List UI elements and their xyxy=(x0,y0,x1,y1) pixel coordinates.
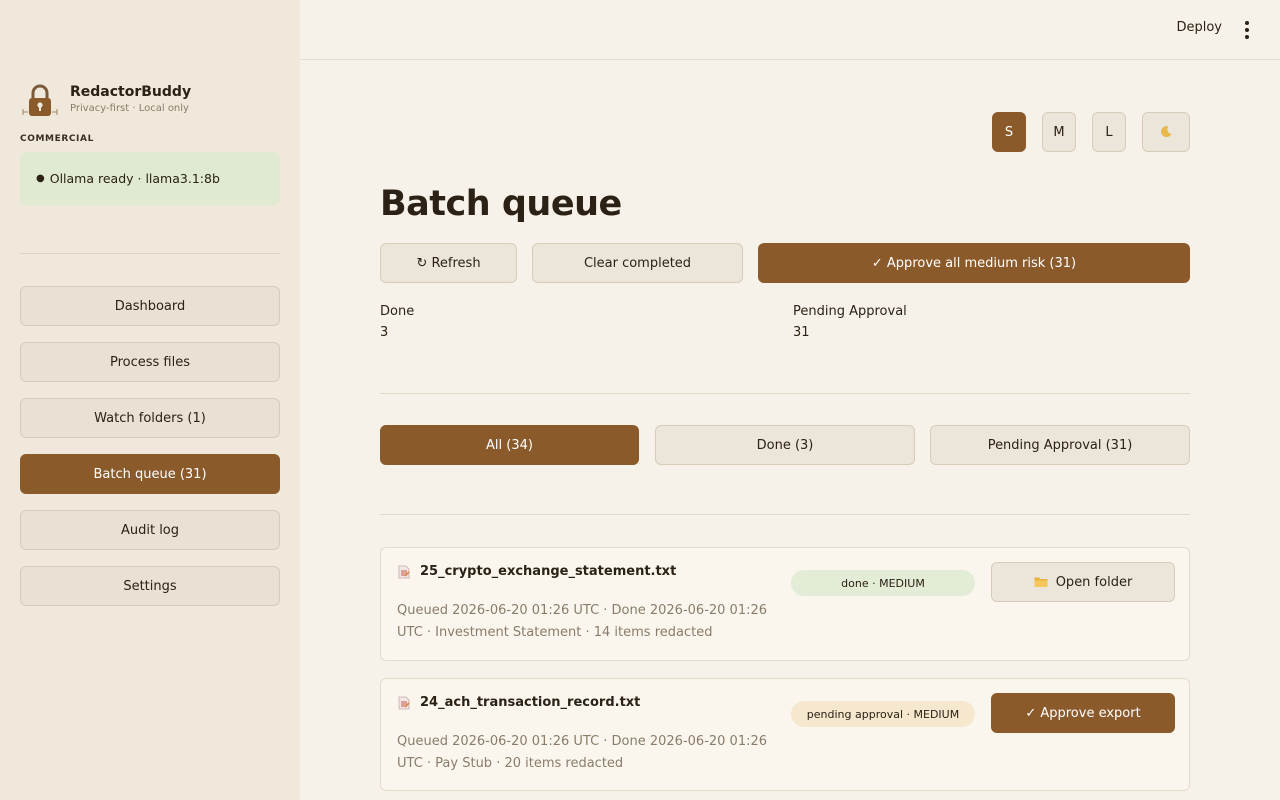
approve-export-button[interactable]: ✓ Approve export xyxy=(991,693,1175,733)
open-folder-button[interactable]: Open folder xyxy=(991,562,1175,602)
job-file: 25_crypto_exchange_statement.txt xyxy=(397,564,676,579)
size-large-button[interactable]: L xyxy=(1092,112,1126,152)
status-badge: pending approval · MEDIUM xyxy=(791,701,975,727)
ollama-status: ● Ollama ready · llama3.1:8b xyxy=(20,152,280,205)
status-badge: done · MEDIUM xyxy=(791,570,975,596)
more-menu-icon[interactable] xyxy=(1240,20,1254,40)
status-dot-icon: ● xyxy=(36,173,45,184)
filter-done-tab[interactable]: Done (3) xyxy=(655,425,915,465)
metric-pending-value: 31 xyxy=(793,325,810,340)
size-medium-button[interactable]: M xyxy=(1042,112,1076,152)
nav-batch-queue[interactable]: Batch queue (31) xyxy=(20,454,280,494)
filter-pending-tab[interactable]: Pending Approval (31) xyxy=(930,425,1190,465)
job-card: 24_ach_transaction_record.txt Queued 202… xyxy=(380,678,1190,791)
metric-done-label: Done xyxy=(380,304,415,319)
nav-dashboard[interactable]: Dashboard xyxy=(20,286,280,326)
nav-process-files[interactable]: Process files xyxy=(20,342,280,382)
nav-settings[interactable]: Settings xyxy=(20,566,280,606)
page-title: Batch queue xyxy=(380,184,622,224)
brand: RedactorBuddy Privacy-first · Local only xyxy=(20,82,191,122)
status-text: Ollama ready · llama3.1:8b xyxy=(49,171,220,186)
license-label: COMMERCIAL xyxy=(20,134,94,144)
clear-completed-button[interactable]: Clear completed xyxy=(532,243,743,283)
sidebar-divider xyxy=(20,253,280,254)
folder-icon xyxy=(1034,577,1048,587)
refresh-button[interactable]: ↻ Refresh xyxy=(380,243,517,283)
theme-toggle-button[interactable] xyxy=(1142,112,1190,152)
lock-logo-icon xyxy=(22,84,58,116)
nav-watch-folders[interactable]: Watch folders (1) xyxy=(20,398,280,438)
top-bar: Deploy xyxy=(300,0,1280,60)
metric-pending-label: Pending Approval xyxy=(793,304,907,319)
divider xyxy=(380,393,1190,394)
filter-all-tab[interactable]: All (34) xyxy=(380,425,639,465)
document-icon xyxy=(398,696,410,709)
open-folder-label: Open folder xyxy=(1055,574,1133,590)
brand-text: RedactorBuddy Privacy-first · Local only xyxy=(70,82,191,114)
deploy-button[interactable]: Deploy xyxy=(1176,20,1222,35)
size-small-button[interactable]: S xyxy=(992,112,1026,152)
divider xyxy=(380,514,1190,515)
brand-name: RedactorBuddy xyxy=(70,84,192,100)
approve-all-medium-button[interactable]: ✓ Approve all medium risk (31) xyxy=(758,243,1190,283)
job-meta: Queued 2026-06-20 01:26 UTC · Done 2026-… xyxy=(397,603,768,640)
metric-done-value: 3 xyxy=(380,325,389,340)
nav-audit-log[interactable]: Audit log xyxy=(20,510,280,550)
brand-tagline: Privacy-first · Local only xyxy=(70,103,189,114)
job-filename: 25_crypto_exchange_statement.txt xyxy=(420,564,677,579)
job-card: 25_crypto_exchange_statement.txt Queued … xyxy=(380,547,1190,661)
job-file: 24_ach_transaction_record.txt xyxy=(397,695,640,710)
document-icon xyxy=(398,565,410,578)
job-filename: 24_ach_transaction_record.txt xyxy=(420,695,641,710)
moon-icon xyxy=(1161,126,1172,138)
job-meta: Queued 2026-06-20 01:26 UTC · Done 2026-… xyxy=(397,734,768,771)
sidebar: RedactorBuddy Privacy-first · Local only… xyxy=(0,0,300,800)
